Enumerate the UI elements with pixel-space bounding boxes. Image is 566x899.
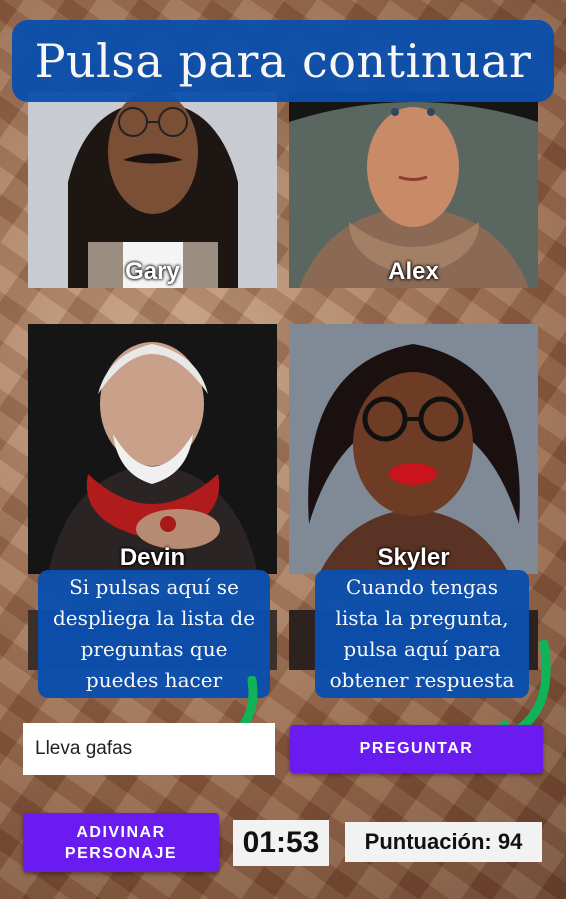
score-display: Puntuación: 94 <box>345 822 542 862</box>
timer-value: 01:53 <box>242 826 320 859</box>
hint-line: lista la pregunta, <box>335 606 509 630</box>
character-card-alex[interactable]: Alex <box>289 92 538 288</box>
guess-character-button[interactable]: ADIVINAR PERSONAJE <box>23 813 219 872</box>
portrait-devin <box>28 324 277 574</box>
character-name: Alex <box>388 258 439 285</box>
ask-button-label: PREGUNTAR <box>359 740 474 757</box>
character-name: Gary <box>125 258 180 285</box>
hint-line: despliega la lista de <box>52 606 256 630</box>
question-select-value: Lleva gafas <box>35 738 133 759</box>
banner-title: Pulsa para continuar <box>34 34 532 88</box>
timer: 01:53 <box>233 820 329 866</box>
character-card-devin[interactable]: Devin <box>28 324 277 574</box>
character-name: Skyler <box>377 544 450 571</box>
hint-line: Cuando tengas <box>346 575 498 599</box>
ask-button[interactable]: PREGUNTAR <box>290 725 543 773</box>
tap-to-continue-banner[interactable]: Pulsa para continuar <box>12 20 554 102</box>
guess-button-label-line2: PERSONAJE <box>64 844 178 862</box>
score-value: Puntuación: 94 <box>364 829 523 854</box>
character-name: Devin <box>119 544 186 571</box>
portrait-skyler <box>289 324 538 574</box>
guess-button-label-line1: ADIVINAR <box>76 823 166 841</box>
character-card-gary[interactable]: Gary <box>28 92 277 288</box>
question-select[interactable]: Lleva gafas <box>23 723 275 775</box>
character-card-skyler[interactable]: Skyler <box>289 324 538 574</box>
hint-line: Si pulsas aquí se <box>69 575 239 599</box>
hint-line: preguntas que <box>80 637 228 661</box>
